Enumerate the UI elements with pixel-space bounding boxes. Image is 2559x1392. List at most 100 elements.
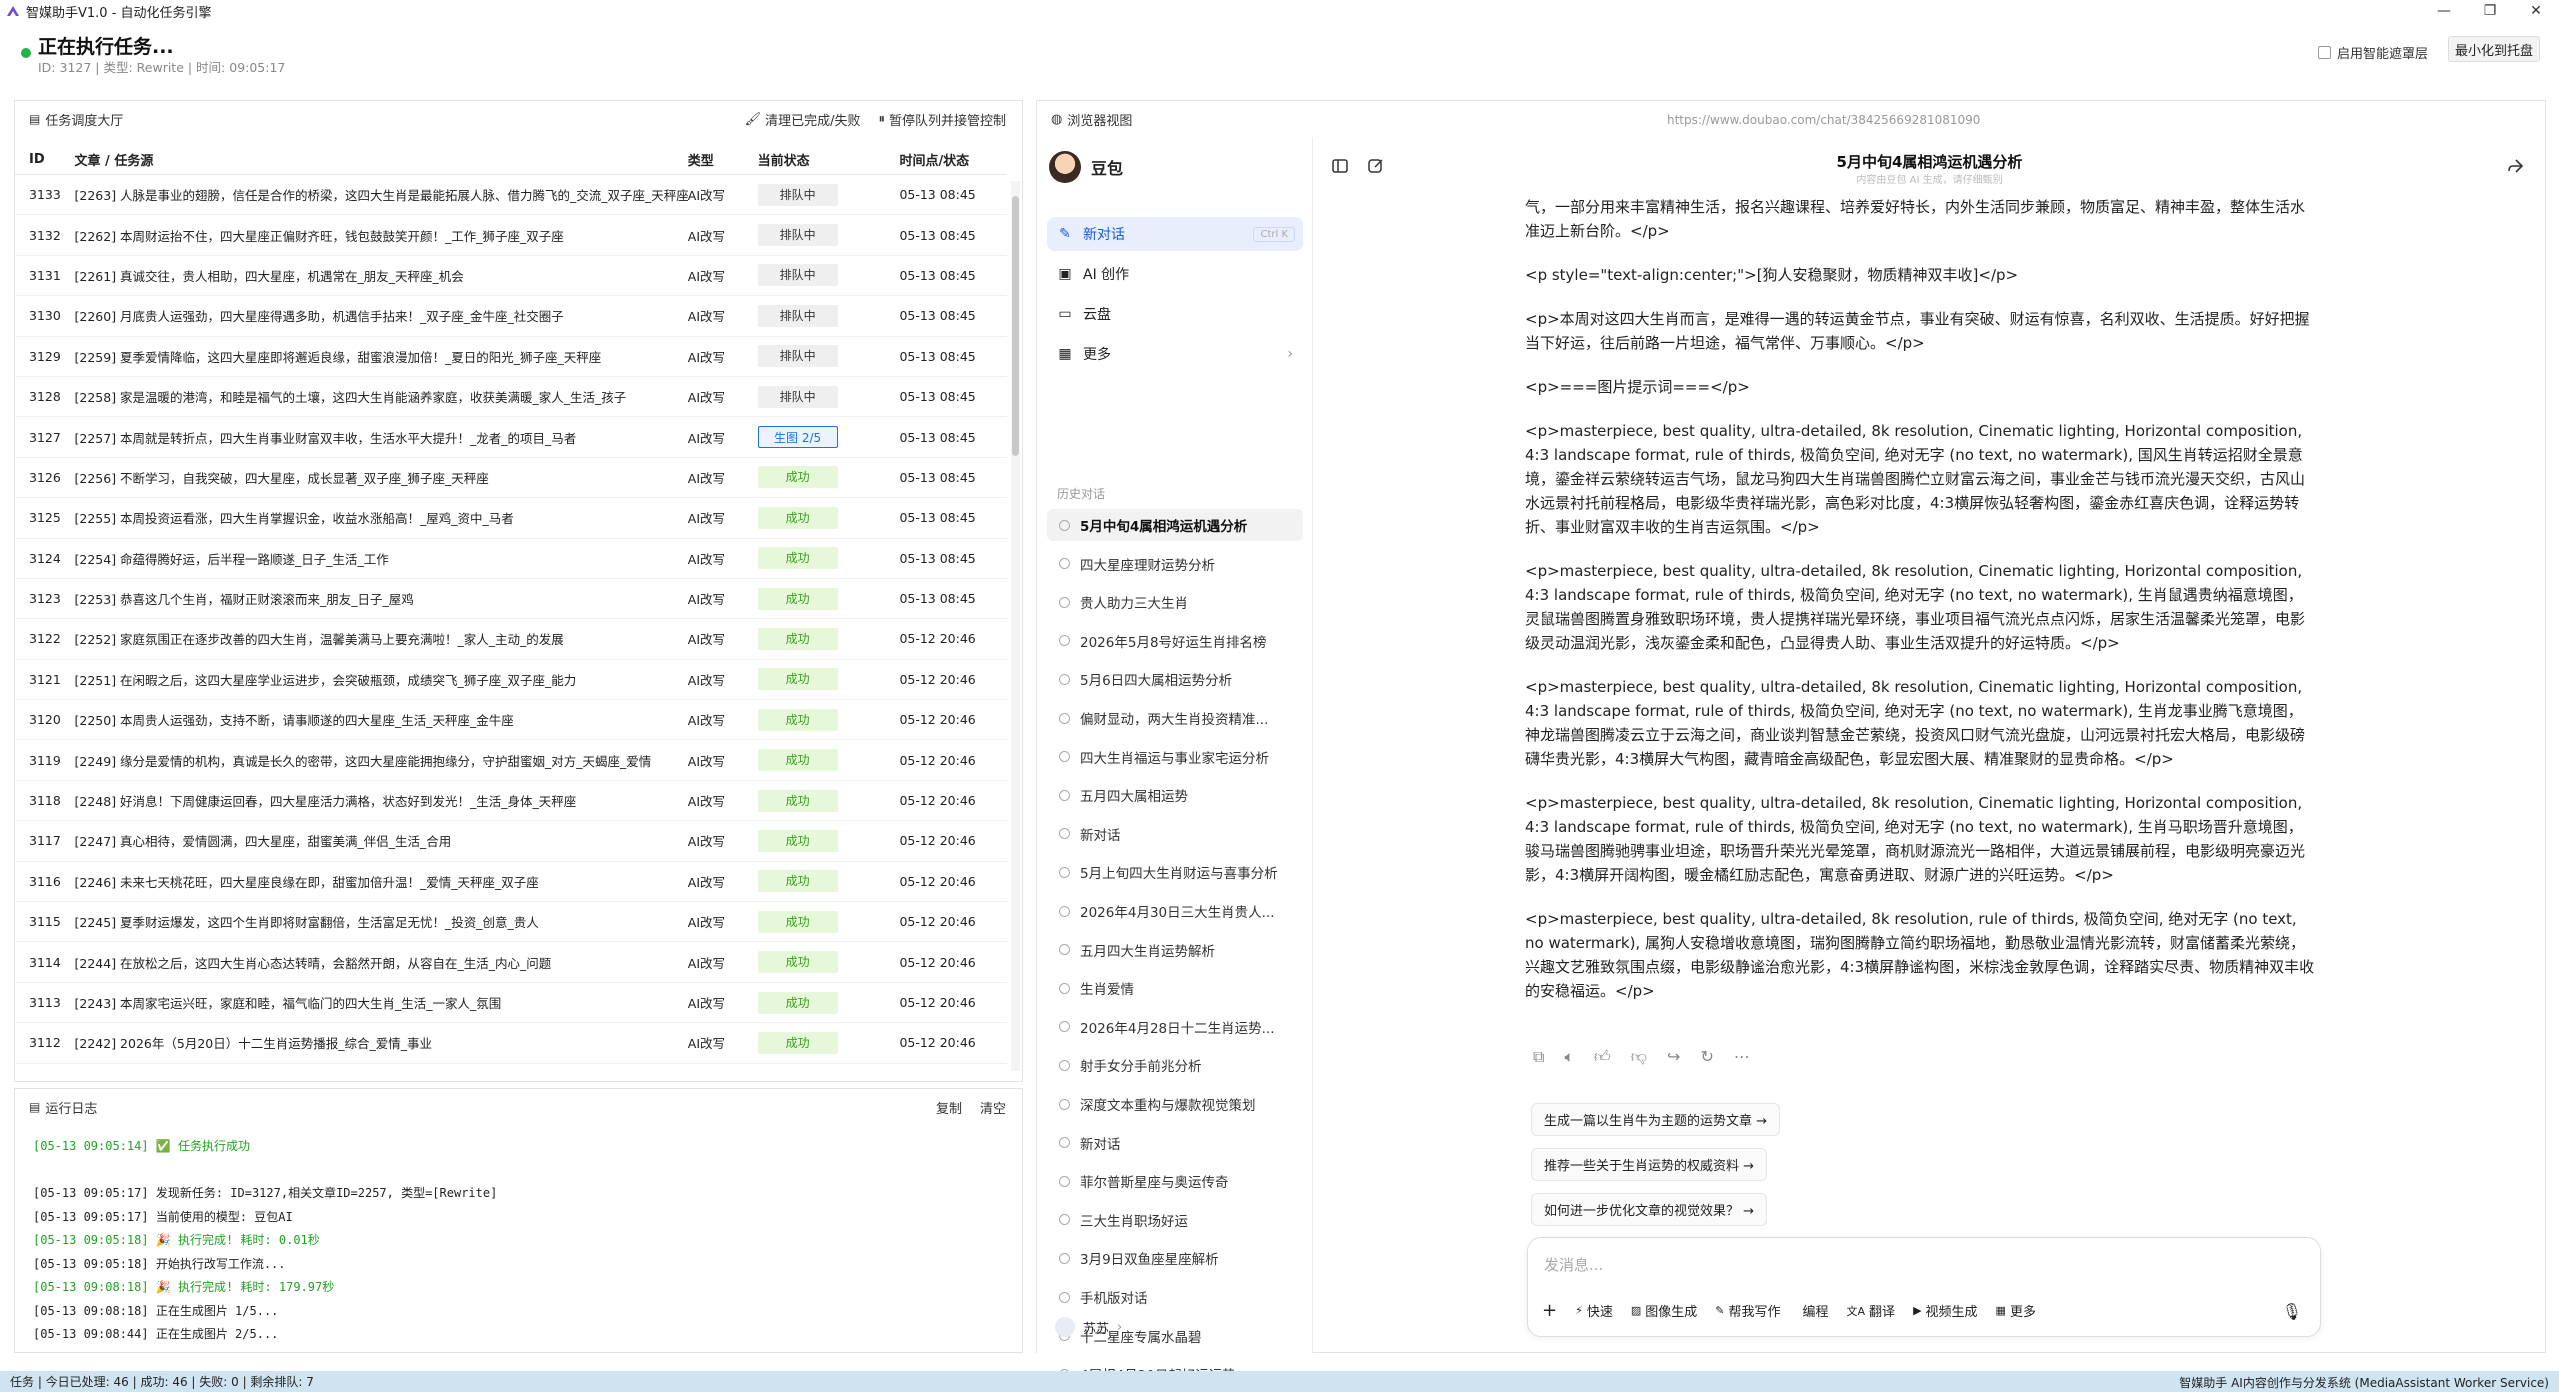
table-row[interactable]: 3113 [2243] 本周家宅运兴旺，家庭和睦，福气临门的四大生肖_生活_一家人… bbox=[15, 983, 1007, 1024]
minimize-to-tray-button[interactable]: 最小化到托盘 bbox=[2448, 36, 2540, 62]
message-paragraph: <p>masterpiece, best quality, ultra-deta… bbox=[1525, 562, 2306, 652]
history-item[interactable]: 菲尔普斯星座与奥运传奇 bbox=[1047, 1165, 1303, 1197]
table-row[interactable]: 3117 [2247] 真心相待，爱情圆满，四大星座，甜蜜美满_伴侣_生活_合用 A… bbox=[15, 821, 1007, 862]
history-item[interactable]: 四大星座理财运势分析 bbox=[1047, 548, 1303, 580]
message-paragraph: <p>masterpiece, best quality, ultra-deta… bbox=[1525, 422, 2306, 536]
table-row[interactable]: 3130 [2260] 月底贵人运强劲，四大星座得遇多助，机遇信手拈来！_双子座_… bbox=[15, 296, 1007, 337]
minimize-icon[interactable]: — bbox=[2421, 0, 2467, 22]
table-row[interactable]: 3112 [2242] 2026年（5月20日）十二生肖运势播报_综合_爱情_事业… bbox=[15, 1023, 1007, 1064]
suggestion-chip[interactable]: 如何进一步优化文章的视觉效果？ → bbox=[1531, 1193, 1768, 1226]
tool-button[interactable]: ▶ 视频生成 bbox=[1913, 1301, 1977, 1320]
history-item[interactable]: 偏财显动，两大生肖投资精准... bbox=[1047, 702, 1303, 734]
clear-finished-button[interactable]: 🖌 清理已完成/失败 bbox=[745, 110, 861, 129]
pause-queue-button[interactable]: ⏸ 暂停队列并接管控制 bbox=[878, 110, 1006, 129]
history-item[interactable]: 5月上旬四大生肖财运与喜事分析 bbox=[1047, 856, 1303, 888]
copy-icon[interactable]: ⧉ bbox=[1533, 1047, 1544, 1067]
brand-name: 豆包 bbox=[1091, 159, 1124, 178]
regenerate-icon[interactable]: ↻ bbox=[1700, 1047, 1713, 1067]
table-row[interactable]: 3124 [2254] 命蕴得腾好运，后半程一路顺遂_日子_生活_工作 AI改写 成功… bbox=[15, 539, 1007, 579]
tool-button[interactable]: ▦ 更多 bbox=[1996, 1301, 2036, 1320]
history-item[interactable]: 新对话 bbox=[1047, 818, 1303, 850]
chat-input-box[interactable]: 发消息... + ⚡ 快速 ▨ 图像生成 ✎ 帮我写作 编程 文A 翻译 ▶ 视频生成 ▦ 更多 🎙︎ bbox=[1527, 1237, 2321, 1337]
column-header[interactable]: 时间点/状态 bbox=[893, 150, 1007, 169]
sidebar-nav-item[interactable]: ▭ 云盘 bbox=[1047, 297, 1303, 331]
tool-label: 帮我写作 bbox=[1728, 1305, 1781, 1320]
table-row[interactable]: 3127 [2257] 本周就是转折点，四大生肖事业财富双丰收，生活水平大提升！_… bbox=[15, 417, 1007, 458]
table-row[interactable]: 3114 [2244] 在放松之后，这四大生肖心态达转晴，会豁然开朗，从容自在_生… bbox=[15, 942, 1007, 983]
share-message-icon[interactable]: ↪ bbox=[1667, 1047, 1680, 1067]
tool-button[interactable]: 编程 bbox=[1799, 1301, 1829, 1320]
task-type: AI改写 bbox=[687, 188, 726, 204]
smart-mask-checkbox[interactable]: 启用智能遮罩层 bbox=[2318, 43, 2428, 62]
browser-url[interactable]: https://www.doubao.com/chat/384256692810… bbox=[1667, 113, 1980, 127]
history-label: 深度文本重构与爆款视觉策划 bbox=[1080, 1098, 1256, 1114]
column-header[interactable]: ID bbox=[15, 152, 71, 167]
table-row[interactable]: 3126 [2256] 不断学习，自我突破，四大星座，成长显著_双子座_狮子座_天… bbox=[15, 458, 1007, 499]
history-item[interactable]: 2026年4月28日十二生肖运势... bbox=[1047, 1011, 1303, 1043]
history-label: 五月四大生肖运势解析 bbox=[1080, 943, 1215, 960]
column-header[interactable]: 当前状态 bbox=[758, 150, 894, 169]
table-row[interactable]: 3116 [2246] 未来七天桃花旺，四大星座良缘在即，甜蜜加倍升温！_爱情_天… bbox=[15, 862, 1007, 903]
chat-bubble-icon bbox=[1059, 751, 1070, 763]
table-row[interactable]: 3115 [2245] 夏季财运爆发，这四个生肖即将财富翻倍，生活富足无忧！_投资… bbox=[15, 902, 1007, 943]
clear-log-button[interactable]: 清空 bbox=[980, 1098, 1006, 1117]
thumbs-up-icon[interactable]: 👍︎ bbox=[1594, 1047, 1611, 1067]
suggestion-chip[interactable]: 生成一篇以生肖牛为主题的运势文章 → bbox=[1531, 1103, 1781, 1136]
user-profile[interactable]: 苏苏 › bbox=[1055, 1317, 1122, 1337]
tool-button[interactable]: ⚡ 快速 bbox=[1575, 1301, 1613, 1320]
maximize-icon[interactable]: ❐ bbox=[2467, 0, 2513, 22]
thumbs-down-icon[interactable]: 👎︎ bbox=[1631, 1047, 1647, 1067]
chat-input[interactable]: 发消息... bbox=[1544, 1254, 1603, 1275]
history-item[interactable]: 五月四大生肖运势解析 bbox=[1047, 934, 1303, 966]
history-item[interactable]: 三大生肖职场好运 bbox=[1047, 1204, 1303, 1236]
table-row[interactable]: 3131 [2261] 真诚交往，贵人相助，四大星座，机遇常在_朋友_天秤座_机会… bbox=[15, 256, 1007, 297]
task-type: AI改写 bbox=[687, 632, 726, 648]
table-row[interactable]: 3122 [2252] 家庭氛围正在逐步改善的四大生肖，温馨美满马上要充满啦！_家… bbox=[15, 619, 1007, 660]
assistant-message: 气，一部分用来丰富精神生活，报名兴趣课程、培养爱好特长，内外生活同步兼顾，物质富… bbox=[1525, 195, 2315, 1023]
history-item[interactable]: 深度文本重构与爆款视觉策划 bbox=[1047, 1088, 1303, 1120]
checkbox-icon[interactable] bbox=[2318, 46, 2331, 59]
broom-icon: 🖌 bbox=[744, 111, 762, 127]
table-row[interactable]: 3120 [2250] 本周贵人运强劲，支持不断，请事顺遂的四大星座_生活_天秤座… bbox=[15, 700, 1007, 741]
history-item[interactable]: 五月四大属相运势 bbox=[1047, 779, 1303, 811]
more-icon[interactable]: ⋯ bbox=[1734, 1047, 1750, 1067]
task-title: [2262] 本周财运抬不住，四大星座正偏财齐旺，钱包鼓鼓笑开颜！_工作_狮子座… bbox=[74, 228, 564, 244]
history-item[interactable]: 贵人助力三大生肖 bbox=[1047, 586, 1303, 618]
copy-log-button[interactable]: 复制 bbox=[936, 1098, 962, 1117]
microphone-icon[interactable]: 🎙︎ bbox=[2282, 1302, 2302, 1321]
table-row[interactable]: 3133 [2263] 人脉是事业的翅膀，信任是合作的桥梁，这四大生肖是最能拓展人… bbox=[15, 175, 1007, 216]
tool-button[interactable]: ✎ 帮我写作 bbox=[1715, 1301, 1780, 1320]
table-row[interactable]: 3119 [2249] 缘分是爱情的机构，真诚是长久的密带，这四大星座能拥抱缘分，… bbox=[15, 740, 1007, 781]
history-item[interactable]: 手机版对话 bbox=[1047, 1281, 1303, 1313]
close-icon[interactable]: ✕ bbox=[2513, 0, 2559, 22]
sidebar-nav-item[interactable]: ✎ 新对话 Ctrl K bbox=[1047, 217, 1303, 251]
sidebar-nav-item[interactable]: ▣ AI 创作 bbox=[1047, 257, 1303, 291]
tool-button[interactable]: ▨ 图像生成 bbox=[1631, 1301, 1697, 1320]
column-header[interactable]: 类型 bbox=[688, 150, 758, 169]
table-row[interactable]: 3123 [2253] 恭喜这几个生肖，福财正财滚滚而来_朋友_日子_屋鸡 AI改写… bbox=[15, 579, 1007, 620]
history-item[interactable]: 四大生肖福运与事业家宅运分析 bbox=[1047, 741, 1303, 773]
sidebar-nav-item[interactable]: ▦ 更多 › bbox=[1047, 337, 1303, 371]
attach-icon[interactable]: + bbox=[1542, 1300, 1557, 1321]
table-row[interactable]: 3125 [2255] 本周投资运看涨，四大生肖掌握识金，收益水涨船高！_屋鸡_资… bbox=[15, 498, 1007, 539]
history-item[interactable]: 5月中旬4属相鸿运机遇分析 bbox=[1047, 509, 1303, 541]
speaker-icon[interactable]: 🔈︎ bbox=[1564, 1047, 1574, 1067]
table-row[interactable]: 3132 [2262] 本周财运抬不住，四大星座正偏财齐旺，钱包鼓鼓笑开颜！_工作… bbox=[15, 215, 1007, 256]
history-item[interactable]: 3月9日双鱼座星座解析 bbox=[1047, 1242, 1303, 1274]
brand[interactable]: 豆包 bbox=[1049, 151, 1123, 183]
tool-button[interactable]: 文A 翻译 bbox=[1847, 1301, 1896, 1321]
table-row[interactable]: 3121 [2251] 在闲暇之后，这四大星座学业运进步，会突破瓶颈，成绩突飞_狮… bbox=[15, 660, 1007, 701]
history-item[interactable]: 新对话 bbox=[1047, 1127, 1303, 1159]
history-item[interactable]: 射手女分手前兆分析 bbox=[1047, 1049, 1303, 1081]
table-row[interactable]: 3129 [2259] 夏季爱情降临，这四大星座即将邂逅良缘，甜蜜浪漫加倍！_夏日… bbox=[15, 337, 1007, 377]
share-icon[interactable] bbox=[2506, 157, 2524, 175]
history-item[interactable]: 5月6日四大属相运势分析 bbox=[1047, 663, 1303, 695]
table-row[interactable]: 3128 [2258] 家是温暖的港湾，和睦是福气的土壤，这四大生肖能涵养家庭，收… bbox=[15, 377, 1007, 418]
history-item[interactable]: 生肖爱情 bbox=[1047, 972, 1303, 1004]
task-scrollbar[interactable] bbox=[1011, 181, 1020, 1071]
table-row[interactable]: 3118 [2248] 好消息！下周健康运回春，四大星座活力满格，状态好到发光！_… bbox=[15, 781, 1007, 822]
history-item[interactable]: 2026年4月30日三大生肖贵人... bbox=[1047, 895, 1303, 927]
column-header[interactable]: 文章 / 任务源 bbox=[71, 150, 688, 169]
history-item[interactable]: 2026年5月8号好运生肖排名榜 bbox=[1047, 625, 1303, 657]
suggestion-chip[interactable]: 推荐一些关于生肖运势的权威资料 → bbox=[1531, 1148, 1768, 1181]
